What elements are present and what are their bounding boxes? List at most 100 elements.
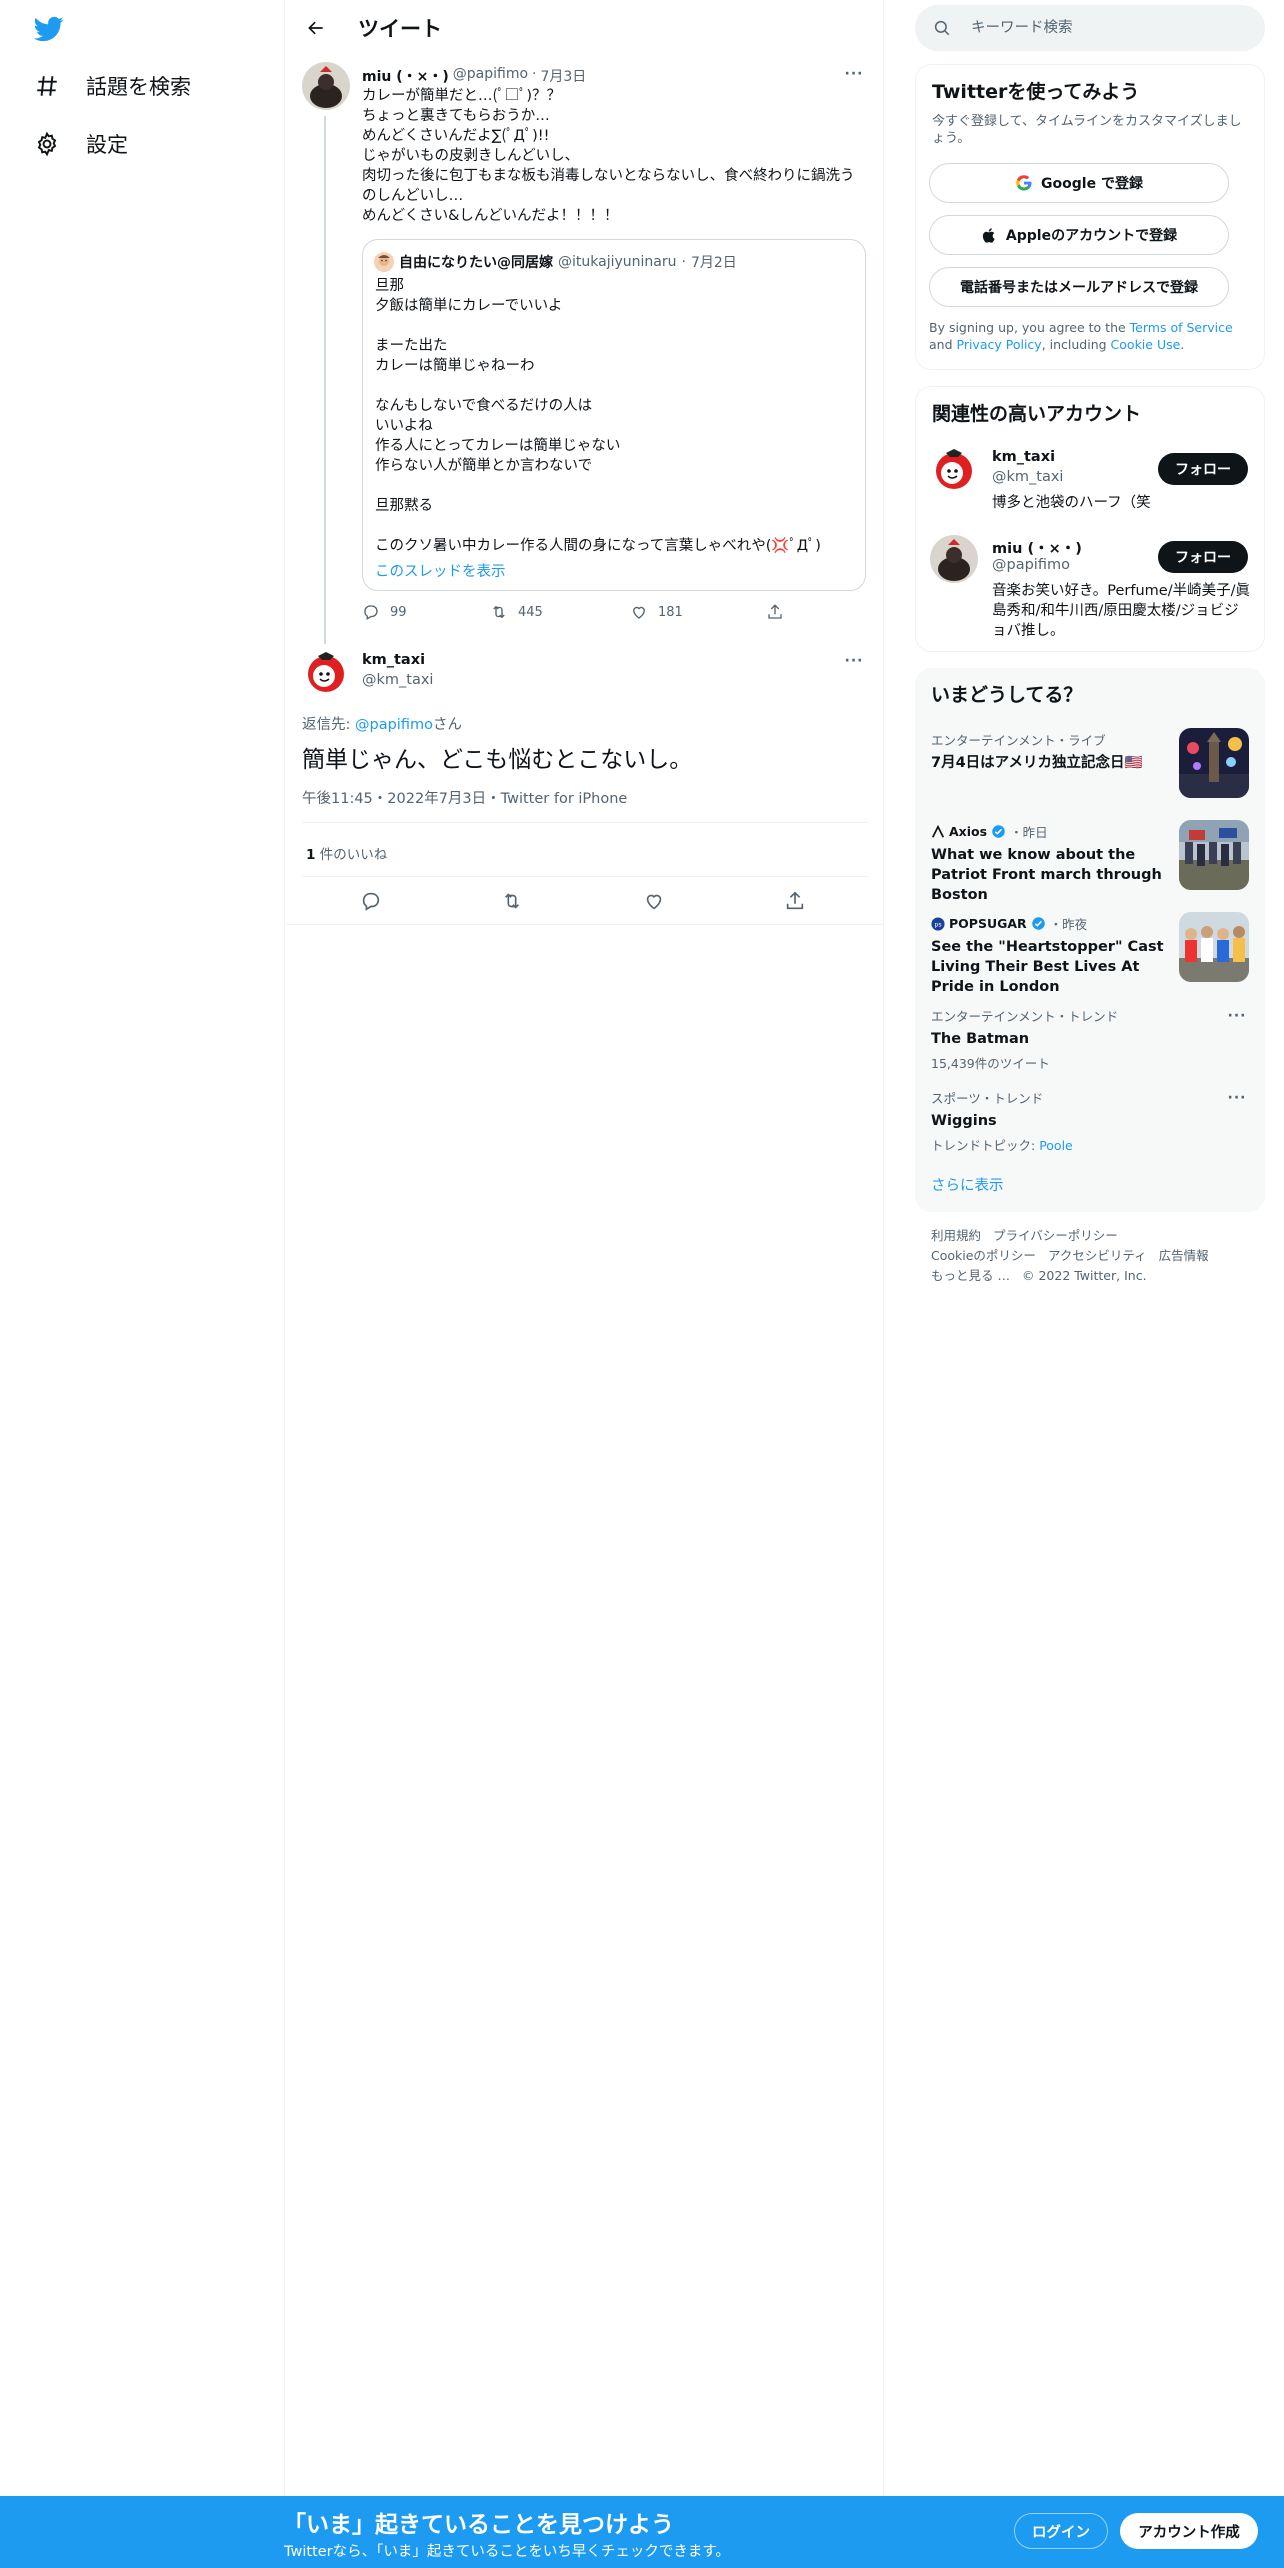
footer-link[interactable]: プライバシーポリシー	[993, 1228, 1118, 1243]
quoted-tweet[interactable]: 自由になりたい@同居嫁 @itukajiyuninaru · 7月2日 旦那 夕…	[362, 239, 866, 591]
related-accounts-card: 関連性の高いアカウント km_taxi @km_taxi 博多と池袋のハーフ（笑…	[915, 386, 1265, 652]
banner-title: 「いま」起きていることを見つけよう	[283, 2512, 674, 2538]
trend-source: POPSUGAR	[949, 916, 1027, 931]
login-button[interactable]: ログイン	[1014, 2513, 1108, 2549]
trend-title: The Batman	[931, 1031, 1030, 1047]
popsugar-logo-icon: ps	[931, 916, 945, 931]
tweet-header: miu (・×・) @papifimo · 7月3日	[362, 66, 587, 86]
cookie-use-link[interactable]: Cookie Use	[1111, 337, 1181, 352]
reply-icon	[364, 605, 378, 620]
footer-link[interactable]: Cookieのポリシー	[931, 1248, 1036, 1263]
twitter-logo-icon[interactable]	[33, 14, 65, 44]
reply-button[interactable]	[358, 888, 384, 914]
likes-summary[interactable]: 1 件のいいね	[306, 843, 387, 863]
account-handle[interactable]: @papifimo	[992, 557, 1070, 573]
trend-item[interactable]: スポーツ・トレンド Wiggins トレンドトピック: Poole	[931, 1088, 1251, 1154]
like-button[interactable]	[641, 888, 667, 914]
tweet-timestamp[interactable]: 午後11:45・2022年7月3日・Twitter for iPhone	[302, 787, 627, 808]
create-account-button[interactable]: アカウント作成	[1120, 2513, 1258, 2549]
gear-icon	[37, 131, 57, 157]
page-title: ツイート	[358, 17, 442, 41]
share-icon	[786, 891, 804, 910]
reply-icon	[362, 892, 380, 911]
avatar[interactable]	[930, 445, 978, 493]
quoted-tweet-text: 旦那 夕飯は簡単にカレーでいいよ まーた出た カレーは簡単じゃねーわ なんもしな…	[375, 278, 821, 554]
divider	[286, 924, 884, 925]
quoted-author-name: 自由になりたい@同居嫁	[399, 255, 553, 271]
avatar	[374, 252, 394, 272]
reply-to-line: 返信先: @papifimoさん	[302, 717, 462, 733]
trend-item[interactable]: エンターテインメント・トレンド The Batman 15,439件のツイート	[931, 1006, 1251, 1072]
page-header: ツイート	[286, 0, 884, 54]
google-signup-button[interactable]: Google で登録	[929, 163, 1229, 203]
related-title: 関連性の高いアカウント	[932, 403, 1142, 425]
author-handle[interactable]: @papifimo	[453, 66, 528, 86]
account-name[interactable]: miu (・×・)	[992, 537, 1082, 558]
footer-link[interactable]: 利用規約	[931, 1228, 981, 1243]
more-options-button[interactable]: ···	[844, 64, 864, 84]
signup-card: Twitterを使ってみよう 今すぐ登録して、タイムラインをカスタマイズしましょ…	[915, 64, 1265, 370]
author-handle[interactable]: @km_taxi	[362, 672, 433, 688]
like-button[interactable]: 181	[630, 603, 683, 621]
reply-mention-link[interactable]: @papifimo	[355, 717, 433, 733]
trend-topic-link[interactable]: Poole	[1039, 1138, 1073, 1153]
google-icon	[1016, 175, 1032, 191]
follow-button[interactable]: フォロー	[1158, 541, 1248, 573]
trend-title: What we know about the Patriot Front mar…	[931, 847, 1162, 903]
account-name[interactable]: km_taxi	[992, 449, 1055, 465]
account-bio: 博多と池袋のハーフ（笑	[992, 495, 1151, 511]
nav-explore[interactable]: 話題を検索	[34, 66, 191, 106]
trend-topic: トレンドトピック: Poole	[931, 1138, 1073, 1153]
trend-title: See the "Heartstopper" Cast Living Their…	[931, 939, 1164, 995]
privacy-policy-link[interactable]: Privacy Policy	[957, 337, 1042, 352]
more-options-button[interactable]: ···	[1227, 1088, 1247, 1108]
show-thread-link[interactable]: このスレッドを表示	[375, 560, 506, 581]
more-options-button[interactable]: ···	[844, 651, 864, 671]
retweet-icon	[493, 605, 505, 619]
footer-link[interactable]: 広告情報	[1159, 1248, 1209, 1263]
author-name[interactable]: miu (・×・)	[362, 66, 449, 86]
quoted-tweet-date: 7月2日	[690, 255, 737, 271]
hashtag-icon	[37, 76, 57, 96]
tweet-date[interactable]: 7月3日	[540, 66, 586, 86]
like-count: 181	[658, 604, 683, 620]
avatar[interactable]	[930, 535, 978, 583]
author-name[interactable]: km_taxi	[362, 652, 425, 668]
phone-email-signup-button[interactable]: 電話番号またはメールアドレスで登録	[929, 267, 1229, 307]
trend-title: 7月4日はアメリカ独立記念日🇺🇸	[931, 755, 1143, 771]
retweet-button[interactable]: 445	[490, 603, 543, 621]
signup-terms: By signing up, you agree to the Terms of…	[929, 320, 1233, 352]
avatar[interactable]	[302, 648, 350, 696]
account-handle[interactable]: @km_taxi	[992, 469, 1063, 485]
tweet-text: カレーが簡単だと…(ﾟ□ﾟ)？？ ちょっと裏きてもらおうか… めんどくさいんだよ…	[362, 88, 855, 224]
more-options-button[interactable]: ···	[1227, 1006, 1247, 1026]
share-icon	[768, 604, 782, 619]
share-button[interactable]	[766, 603, 784, 621]
phone-email-signup-label: 電話番号またはメールアドレスで登録	[960, 280, 1198, 296]
thread-line	[324, 116, 326, 644]
nav-settings[interactable]: 設定	[34, 124, 128, 164]
terms-of-service-link[interactable]: Terms of Service	[1130, 320, 1233, 335]
trends-title: いまどうしてる？	[931, 684, 1083, 706]
share-button[interactable]	[782, 888, 808, 914]
search-input[interactable]	[971, 5, 1251, 51]
reply-button[interactable]: 99	[362, 603, 407, 621]
nav-explore-label: 話題を検索	[86, 75, 191, 99]
apple-signup-label: Appleのアカウントで登録	[1005, 228, 1178, 244]
signup-title: Twitterを使ってみよう	[932, 81, 1140, 103]
follow-button[interactable]: フォロー	[1158, 453, 1248, 485]
back-button[interactable]	[300, 12, 332, 44]
footer-link[interactable]: もっと見る …	[931, 1268, 1010, 1283]
show-more-link[interactable]: さらに表示	[931, 1174, 1004, 1195]
footer-link[interactable]: アクセシビリティ	[1048, 1248, 1147, 1263]
apple-signup-button[interactable]: Appleのアカウントで登録	[929, 215, 1229, 255]
avatar[interactable]	[302, 62, 350, 110]
search-box[interactable]	[915, 5, 1265, 51]
footer: 利用規約 プライバシーポリシー Cookieのポリシー アクセシビリティ 広告情報 も…	[931, 1226, 1261, 1286]
retweet-button[interactable]	[499, 888, 525, 914]
main-column: ツイート miu (・×・) @papifimo · 7月3日 ··· カレーが…	[286, 0, 884, 2568]
left-nav: 話題を検索 設定	[0, 0, 285, 2568]
copyright: © 2022 Twitter, Inc.	[1021, 1268, 1147, 1283]
verified-badge-icon	[1031, 917, 1045, 930]
divider	[302, 876, 868, 877]
